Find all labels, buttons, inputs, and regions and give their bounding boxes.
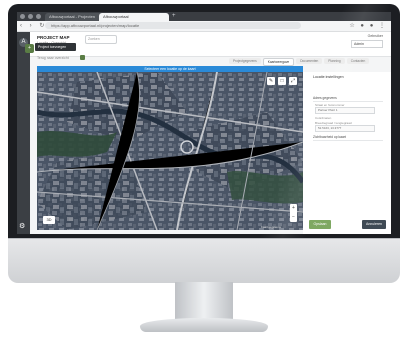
monitor-stand-neck	[175, 282, 233, 322]
window-controls[interactable]	[20, 14, 41, 19]
monitor-chin	[8, 238, 400, 283]
nav-buttons[interactable]: ‹ › ↻	[20, 22, 47, 30]
view-3d-button[interactable]: 3D	[43, 216, 55, 224]
status-badge	[80, 55, 85, 60]
add-project-button[interactable]: +	[25, 44, 34, 53]
page-title: PROJECT MAP	[37, 35, 70, 40]
monitor-stand-foot	[140, 318, 268, 332]
new-tab-button[interactable]: +	[172, 13, 176, 20]
app-sidebar: A ⚙	[17, 32, 30, 234]
screen-glare	[250, 4, 400, 238]
settings-gear-icon[interactable]: ⚙	[19, 222, 25, 230]
search-input[interactable]: Zoeken	[85, 35, 117, 44]
browser-tab[interactable]: Afbouwportaal - Projecten	[45, 13, 103, 21]
back-link[interactable]: Terug naar overzicht	[37, 56, 69, 60]
browser-tab-active[interactable]: Afbouwportaal	[99, 13, 169, 21]
tooltip: Project toevoegen	[35, 43, 76, 51]
